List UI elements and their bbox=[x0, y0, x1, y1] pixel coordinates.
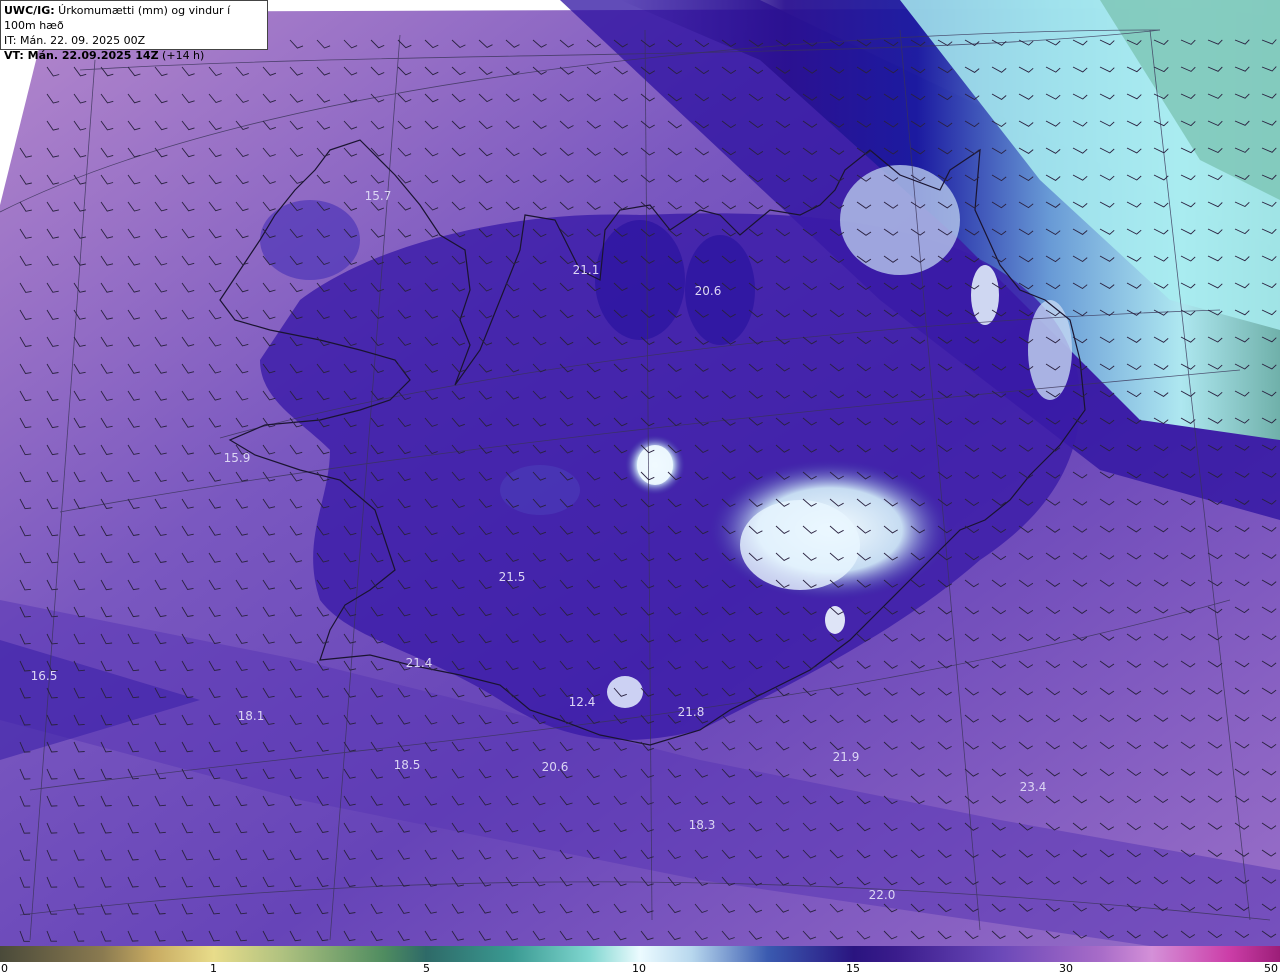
colorbar-gradient bbox=[0, 946, 1280, 962]
value-label: 21.9 bbox=[832, 750, 860, 764]
colorbar-tick: 1 bbox=[210, 962, 217, 975]
colorbar: 0 1 5 10 15 30 50 bbox=[0, 946, 1280, 978]
value-label: 16.5 bbox=[30, 669, 58, 683]
value-label: 21.4 bbox=[405, 656, 433, 670]
colorbar-tick: 0 bbox=[1, 962, 8, 975]
map-info-box: UWC/IG: Úrkomumætti (mm) og vindur í 100… bbox=[0, 0, 268, 62]
value-label: 15.9 bbox=[223, 451, 251, 465]
valid-time: VT: Mán. 22.09.2025 14Z bbox=[4, 49, 159, 62]
valid-offset: (+14 h) bbox=[158, 49, 205, 62]
value-label: 20.6 bbox=[694, 284, 722, 298]
value-label: 21.5 bbox=[498, 570, 526, 584]
value-label: 12.4 bbox=[568, 695, 596, 709]
colorbar-tick: 10 bbox=[632, 962, 646, 975]
map-canvas bbox=[0, 0, 1280, 946]
value-label: 21.1 bbox=[572, 263, 600, 277]
value-label: 21.8 bbox=[677, 705, 705, 719]
colorbar-tick: 50 bbox=[1264, 962, 1278, 975]
value-label: 20.6 bbox=[541, 760, 569, 774]
product-title: UWC/IG: bbox=[4, 4, 55, 17]
colorbar-tick: 15 bbox=[846, 962, 860, 975]
colorbar-tick: 30 bbox=[1059, 962, 1073, 975]
value-label: 22.0 bbox=[868, 888, 896, 902]
value-label: 15.7 bbox=[364, 189, 392, 203]
colorbar-tick: 5 bbox=[423, 962, 430, 975]
value-label: 18.1 bbox=[237, 709, 265, 723]
value-label: 23.4 bbox=[1019, 780, 1047, 794]
value-label: 18.5 bbox=[393, 758, 421, 772]
issue-time: IT: Mán. 22. 09. 2025 00Z bbox=[4, 34, 146, 47]
value-label: 18.3 bbox=[688, 818, 716, 832]
